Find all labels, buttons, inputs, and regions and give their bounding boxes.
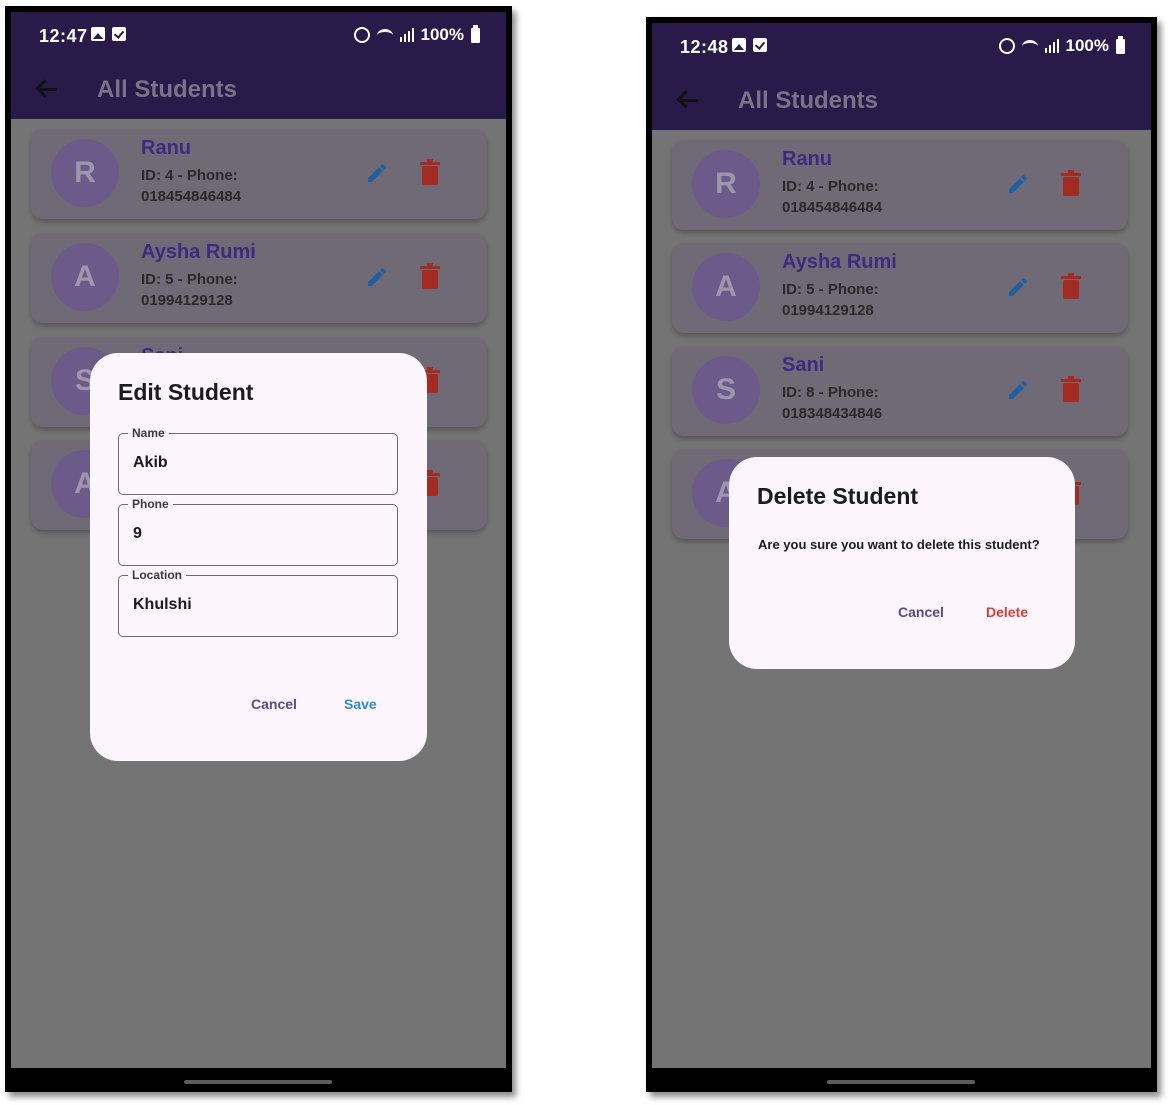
battery-icon [471, 24, 480, 43]
phone-frame-right: 12:48 100% All Students R Ranu ID: 4 - P… [646, 17, 1157, 1092]
phone-field-label: Phone [128, 497, 173, 511]
battery-icon [1116, 35, 1125, 54]
student-card[interactable]: A Aysha Rumi ID: 5 - Phone: 01994129128 [31, 233, 487, 323]
edit-pencil-icon[interactable] [365, 161, 389, 185]
back-arrow-icon[interactable] [33, 74, 63, 104]
location-field-label: Location [128, 568, 186, 582]
phone-input[interactable] [133, 525, 373, 543]
edit-pencil-icon[interactable] [1006, 275, 1030, 299]
avatar: A [51, 243, 119, 311]
student-card[interactable]: S Sani ID: 8 - Phone: 018348434846 [672, 346, 1128, 436]
student-name: Ranu [782, 148, 832, 170]
app-bar: All Students [652, 71, 1151, 130]
cancel-button[interactable]: Cancel [898, 604, 944, 620]
delete-trash-icon[interactable] [419, 263, 441, 289]
student-detail: ID: 5 - Phone: 01994129128 [782, 281, 879, 319]
delete-button[interactable]: Delete [986, 604, 1028, 620]
gesture-bar[interactable] [827, 1080, 975, 1084]
wifi-icon [376, 28, 393, 42]
signal-icon [399, 28, 414, 42]
save-button[interactable]: Save [344, 696, 377, 712]
gallery-icon [732, 38, 746, 52]
gesture-bar[interactable] [184, 1080, 332, 1084]
student-detail: ID: 4 - Phone: 018454846484 [782, 178, 883, 216]
edit-student-dialog: Edit Student Name Phone Location Cancel … [90, 353, 427, 761]
student-card[interactable]: A Aysha Rumi ID: 5 - Phone: 01994129128 [672, 243, 1128, 333]
edit-pencil-icon[interactable] [365, 265, 389, 289]
app-bar: All Students [11, 60, 506, 119]
name-field[interactable]: Name [118, 426, 398, 495]
delete-trash-icon[interactable] [1060, 170, 1082, 196]
dialog-title: Edit Student [118, 379, 254, 405]
page-title: All Students [97, 76, 238, 103]
student-detail: ID: 4 - Phone: 018454846484 [141, 167, 242, 205]
avatar: R [51, 139, 119, 207]
battery-percent: 100% [1065, 36, 1109, 55]
student-name: Ranu [141, 137, 191, 159]
avatar: S [692, 356, 760, 424]
status-bar: 12:48 100% [652, 23, 1151, 71]
wifi-icon [1021, 39, 1038, 53]
edit-pencil-icon[interactable] [1006, 172, 1030, 196]
student-name: Aysha Rumi [141, 241, 256, 263]
status-time: 12:47 [39, 26, 88, 46]
name-input[interactable] [133, 454, 373, 472]
student-card[interactable]: R Ranu ID: 4 - Phone: 018454846484 [672, 140, 1128, 230]
delete-trash-icon[interactable] [419, 159, 441, 185]
dialog-title: Delete Student [757, 483, 919, 509]
alarm-icon [353, 27, 370, 43]
student-detail: ID: 8 - Phone: 018348434846 [782, 384, 883, 422]
status-time: 12:48 [680, 37, 729, 57]
student-name: Aysha Rumi [782, 251, 897, 273]
back-arrow-icon[interactable] [674, 85, 704, 115]
delete-student-dialog: Delete Student Are you sure you want to … [729, 457, 1075, 669]
status-bar: 12:47 100% [11, 12, 506, 60]
student-detail: ID: 5 - Phone: 01994129128 [141, 271, 238, 309]
phone-field[interactable]: Phone [118, 497, 398, 566]
edit-pencil-icon[interactable] [1006, 378, 1030, 402]
student-name: Sani [782, 354, 825, 376]
delete-trash-icon[interactable] [1060, 376, 1082, 402]
delete-trash-icon[interactable] [1060, 273, 1082, 299]
cancel-button[interactable]: Cancel [251, 696, 297, 712]
location-input[interactable] [133, 596, 373, 614]
avatar: R [692, 150, 760, 218]
dialog-message: Are you sure you want to delete this stu… [758, 537, 1040, 552]
signal-icon [1044, 39, 1059, 53]
avatar: A [692, 253, 760, 321]
battery-percent: 100% [420, 25, 464, 44]
student-card[interactable]: R Ranu ID: 4 - Phone: 018454846484 [31, 129, 487, 219]
screen-right: 12:48 100% All Students R Ranu ID: 4 - P… [652, 23, 1151, 1068]
screen-left: 12:47 100% All Students R Ranu ID: 4 - P… [11, 12, 506, 1068]
alarm-icon [998, 38, 1015, 54]
name-field-label: Name [128, 426, 169, 440]
check-icon [753, 38, 767, 52]
gallery-icon [91, 27, 105, 41]
phone-frame-left: 12:47 100% All Students R Ranu ID: 4 - P… [5, 6, 512, 1092]
check-icon [112, 27, 126, 41]
location-field[interactable]: Location [118, 568, 398, 637]
page-title: All Students [738, 87, 879, 114]
